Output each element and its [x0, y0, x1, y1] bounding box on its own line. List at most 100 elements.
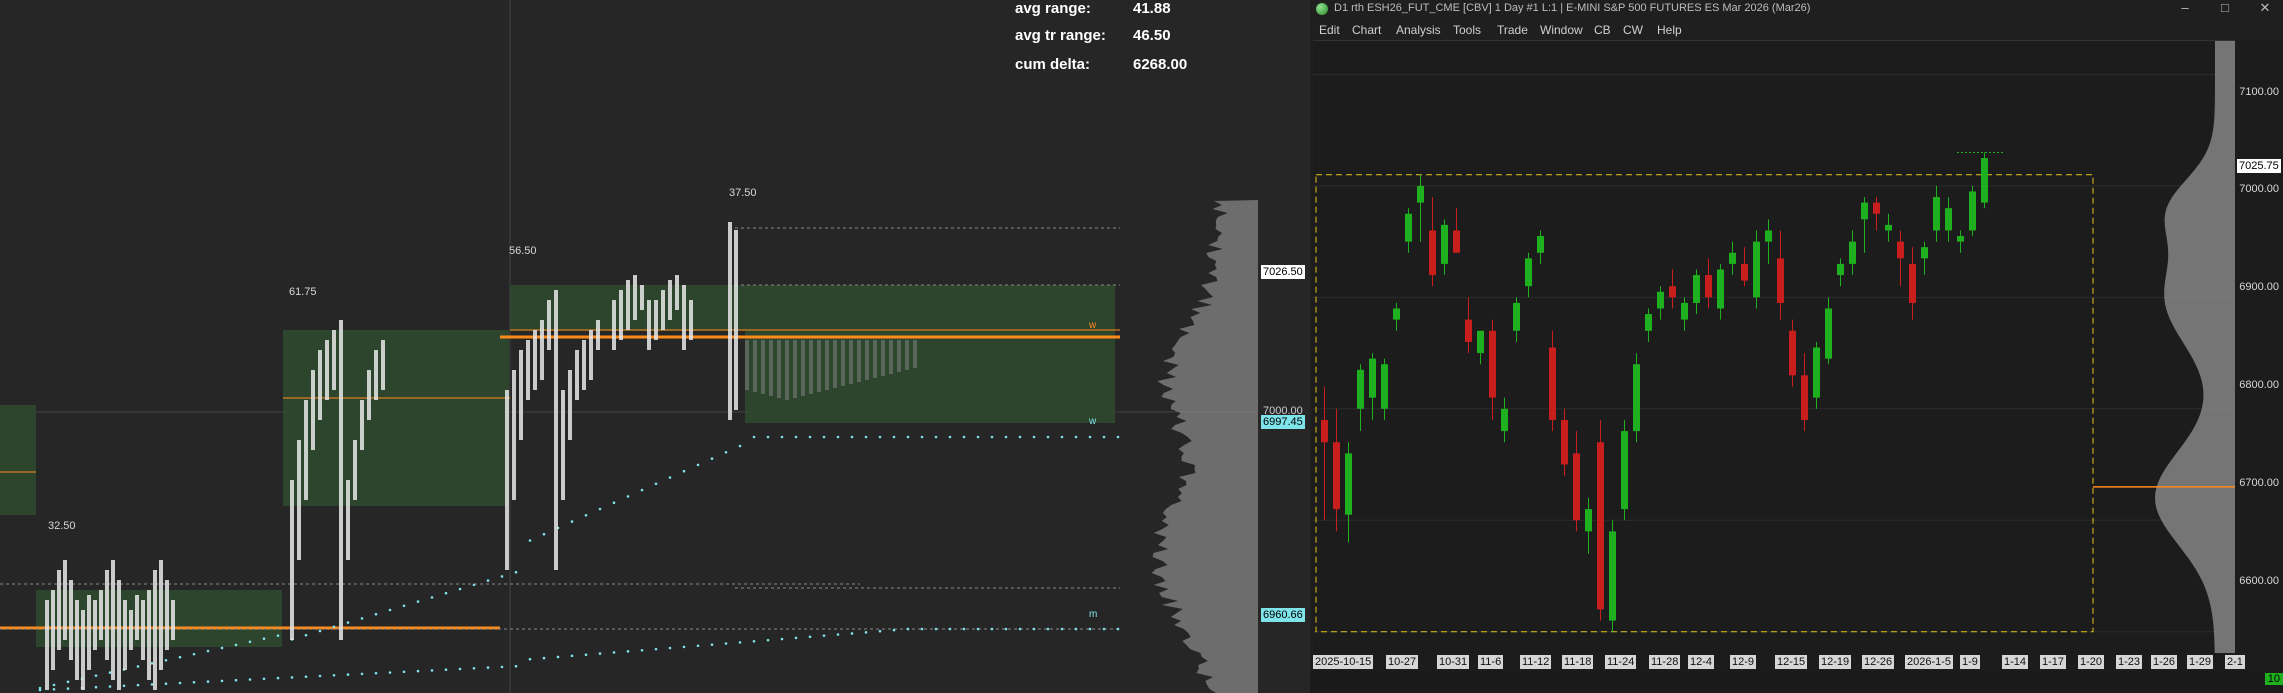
menu-edit[interactable]: Edit — [1319, 20, 1340, 40]
close-button[interactable]: ✕ — [2245, 0, 2283, 18]
date-label: 11-12 — [1520, 655, 1551, 669]
candle-body — [1957, 236, 1964, 242]
vwap-dot — [613, 501, 616, 504]
stat-value-avg-tr-range: 46.50 — [1133, 27, 1171, 44]
candle-body — [1849, 242, 1856, 264]
menu-tools[interactable]: Tools — [1453, 20, 1481, 40]
vwap-band-dot — [39, 689, 42, 692]
vwap-band-dot — [795, 637, 798, 640]
footprint-column — [325, 340, 329, 400]
date-label: 12-4 — [1688, 655, 1714, 669]
vwap-band-dot — [235, 679, 238, 682]
vwap-dot — [851, 436, 854, 439]
vwap-band-dot — [291, 676, 294, 679]
vwap-dot — [781, 436, 784, 439]
footprint-column — [612, 300, 616, 350]
candle-body — [1633, 364, 1640, 431]
menu-cb[interactable]: CB — [1594, 20, 1611, 40]
footprint-column — [105, 570, 109, 660]
footprint-column — [561, 390, 565, 500]
vwap-band-dot — [193, 681, 196, 684]
vwap-dot — [725, 451, 728, 454]
vwap-band-dot — [907, 628, 910, 631]
menu-cw[interactable]: CW — [1623, 20, 1643, 40]
vwap-dot — [1005, 436, 1008, 439]
vwap-band-dot — [319, 675, 322, 678]
vwap-band-dot — [1075, 628, 1078, 631]
footprint-column — [374, 350, 378, 400]
vwap-band-dot — [837, 633, 840, 636]
candle-body — [1369, 359, 1376, 398]
vwap-dot — [249, 641, 252, 644]
vwap-dot — [431, 596, 434, 599]
line-marker-w: w — [1089, 416, 1096, 427]
candle-body — [1897, 242, 1904, 259]
vwap-dot — [95, 674, 98, 677]
vwap-band-dot — [1117, 628, 1120, 631]
candle-body — [1717, 269, 1724, 308]
footprint-column — [360, 400, 364, 450]
candle-body — [1537, 236, 1544, 253]
vwap-dot — [515, 571, 518, 574]
candle-body — [1477, 331, 1484, 353]
vwap-dot — [529, 539, 532, 542]
maximize-button[interactable]: □ — [2205, 0, 2245, 18]
vwap-dot — [361, 617, 364, 620]
footprint-column — [689, 300, 693, 340]
vwap-band-dot — [263, 678, 266, 681]
session-range-label: 37.50 — [729, 187, 757, 199]
date-label: 1-9 — [1960, 655, 1980, 669]
menu-chart[interactable]: Chart — [1352, 20, 1381, 40]
footprint-column — [135, 595, 139, 640]
window-titlebar[interactable]: D1 rth ESH26_FUT_CME [CBV] 1 Day #1 L:1 … — [1310, 0, 2283, 18]
minimize-button[interactable]: – — [2165, 0, 2205, 18]
vwap-band-dot — [613, 651, 616, 654]
vwap-band-dot — [123, 685, 126, 688]
vwap-dot — [641, 489, 644, 492]
vwap-dot — [767, 436, 770, 439]
candle-body — [1657, 292, 1664, 309]
candle-body — [1333, 442, 1340, 509]
vwap-band-dot — [781, 638, 784, 641]
menu-analysis[interactable]: Analysis — [1396, 20, 1441, 40]
session-range-label: 56.50 — [509, 245, 537, 257]
menu-window[interactable]: Window — [1540, 20, 1583, 40]
vwap-dot — [473, 584, 476, 587]
date-label: 11-18 — [1562, 655, 1593, 669]
vwap-dot — [109, 671, 112, 674]
vwap-band-dot — [641, 649, 644, 652]
vwap-dot — [921, 436, 924, 439]
footprint-column — [654, 300, 658, 340]
vwap-dot — [585, 514, 588, 517]
menu-help[interactable]: Help — [1657, 20, 1682, 40]
menu-trade[interactable]: Trade — [1497, 20, 1528, 40]
candle-body — [1729, 253, 1736, 264]
date-label: 1-14 — [2002, 655, 2028, 669]
left-price-axis[interactable]: 7026.50 7000.00 6997.45 6960.66 — [1258, 0, 1310, 693]
candle-body — [1621, 431, 1628, 509]
stat-label-cum-delta: cum delta: — [1015, 56, 1090, 73]
vwap-band-dot — [823, 634, 826, 637]
footprint-chart[interactable]: avg range: 41.88 avg tr range: 46.50 cum… — [0, 0, 1258, 693]
vwap-dot — [165, 659, 168, 662]
footprint-column — [129, 610, 133, 650]
footprint-column — [734, 230, 738, 410]
footprint-column — [117, 580, 121, 690]
date-label: 2025-10-15 — [1313, 655, 1373, 669]
ghost-profile-column — [833, 340, 837, 388]
vwap-dot — [487, 579, 490, 582]
vwap-band-dot — [599, 652, 602, 655]
footprint-column — [661, 290, 665, 330]
daily-candlestick-chart[interactable] — [1313, 40, 2235, 654]
date-axis[interactable]: 2025-10-15 10-27 10-31 11-6 11-12 11-18 11-24 1… — [1313, 653, 2283, 671]
vwap-dot — [207, 650, 210, 653]
right-price-axis[interactable]: 7100.00 7025.75 7000.00 6900.00 6800.00 … — [2235, 40, 2283, 653]
vwap-dot — [501, 575, 504, 578]
candle-body — [1753, 242, 1760, 298]
candle-body — [1381, 364, 1388, 409]
price-label: 7100.00 — [2239, 86, 2279, 98]
date-label: 11-24 — [1605, 655, 1636, 669]
vwap-dot — [599, 508, 602, 511]
vwap-dot — [683, 470, 686, 473]
footprint-graphics — [0, 0, 1258, 693]
